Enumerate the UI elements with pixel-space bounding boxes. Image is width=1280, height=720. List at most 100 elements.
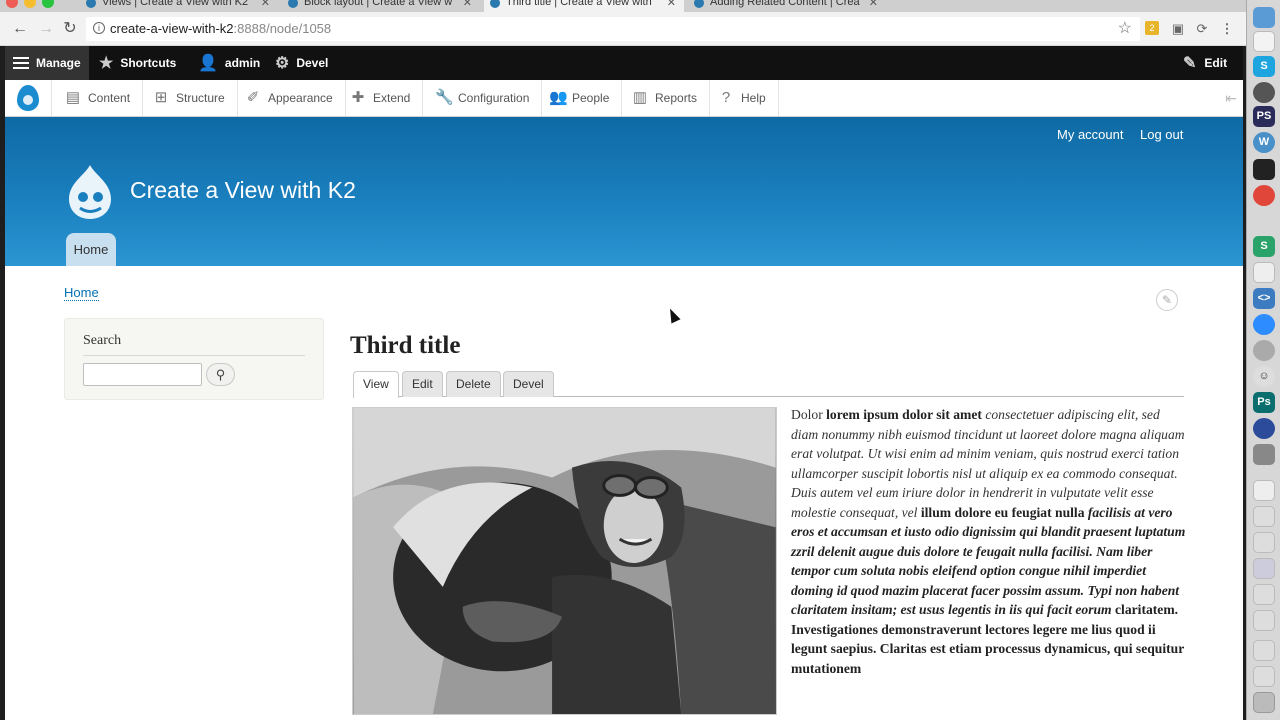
devel-button[interactable]: ⚙ Devel <box>275 46 328 80</box>
tray-item-help[interactable]: ? Help <box>706 80 779 116</box>
page-title: Third title <box>350 332 461 359</box>
search-input[interactable] <box>83 363 202 386</box>
site-info-icon[interactable]: i <box>93 22 105 34</box>
body-text-segment: consectetuer adipiscing elit, sed diam n… <box>791 407 1185 520</box>
main-menu-home-tab[interactable]: Home <box>66 233 116 266</box>
folder-stack-icon[interactable] <box>1253 558 1275 579</box>
sheets-icon[interactable]: S <box>1253 236 1275 257</box>
notes-icon[interactable] <box>1253 31 1275 52</box>
tab-title: Views | Create a View with K2 <box>102 0 249 8</box>
quicktime-icon[interactable] <box>1253 418 1275 439</box>
people-icon: 👥 <box>549 89 568 106</box>
code-editor-icon[interactable]: <> <box>1253 288 1275 309</box>
folder-stack-icon[interactable] <box>1253 666 1275 687</box>
folder-stack-icon[interactable] <box>1253 532 1275 553</box>
folder-stack-icon[interactable] <box>1253 584 1275 605</box>
contextual-edit-pencil-icon[interactable]: ✎ <box>1156 289 1178 311</box>
breadcrumb-home-link[interactable]: Home <box>64 285 99 301</box>
user-button[interactable]: 👤 admin <box>198 46 260 80</box>
video-call-icon[interactable] <box>1253 314 1275 335</box>
tray-item-structure[interactable]: ⊞ Structure <box>141 80 238 116</box>
folder-stack-icon[interactable] <box>1253 506 1275 527</box>
search-icon: ⚲ <box>215 367 226 382</box>
devel-label: Devel <box>296 56 329 70</box>
browser-tab-active[interactable]: Third title | Create a View with ✕ <box>484 0 684 12</box>
phpstorm-icon[interactable]: PS <box>1253 106 1275 127</box>
drupal-favicon-icon <box>86 0 96 8</box>
zoom-window-icon[interactable] <box>42 0 54 8</box>
body-text-segment: Dolor <box>791 407 827 422</box>
tray-item-content[interactable]: ▤ Content <box>53 80 144 116</box>
skype-icon[interactable]: S <box>1253 56 1275 77</box>
tray-label: Structure <box>176 91 225 105</box>
url-host: create-a-view-with-k2 <box>110 21 234 36</box>
node-body-text: Dolor lorem ipsum dolor sit amet consect… <box>791 405 1187 678</box>
log-out-link[interactable]: Log out <box>1140 127 1183 142</box>
edit-mode-button[interactable]: ✎ Edit <box>1183 46 1227 80</box>
address-bar[interactable]: i create-a-view-with-k2:8888/node/1058 ☆ <box>86 17 1140 41</box>
close-window-icon[interactable] <box>6 0 18 8</box>
tray-label: Configuration <box>458 91 530 105</box>
avatar-app-icon[interactable] <box>1253 340 1275 361</box>
shortcuts-button[interactable]: ★ Shortcuts <box>99 46 176 80</box>
reload-icon[interactable]: ↻ <box>60 19 80 39</box>
close-tab-icon[interactable]: ✕ <box>463 0 472 10</box>
drupal-favicon-icon <box>694 0 704 8</box>
site-logo[interactable] <box>65 163 115 221</box>
trash-icon[interactable] <box>1253 692 1275 713</box>
folder-stack-icon[interactable] <box>1253 480 1275 501</box>
close-tab-icon[interactable]: ✕ <box>667 0 676 10</box>
local-tasks-tabs: View Edit Delete Devel <box>353 371 1184 398</box>
tab-edit[interactable]: Edit <box>402 371 443 397</box>
tray-item-appearance[interactable]: ✐ Appearance <box>233 80 346 116</box>
drupal-home-logo[interactable] <box>5 80 52 116</box>
forward-arrow-icon[interactable]: → <box>36 19 56 39</box>
tab-delete[interactable]: Delete <box>446 371 501 397</box>
tray-item-reports[interactable]: ▥ Reports <box>620 80 711 116</box>
tray-item-extend[interactable]: ✚ Extend <box>338 80 424 116</box>
chrome-icon[interactable] <box>1253 185 1275 206</box>
settings-icon[interactable] <box>1253 82 1275 103</box>
extension-frame-icon[interactable]: ▣ <box>1170 21 1186 37</box>
terminal-icon[interactable] <box>1253 159 1275 180</box>
manage-label: Manage <box>36 56 81 70</box>
photoshop-icon[interactable]: Ps <box>1253 392 1275 413</box>
browser-tab[interactable]: Adding Related Content | Crea ✕ <box>688 0 886 12</box>
utility-app-icon[interactable] <box>1253 444 1275 465</box>
extension-sync-icon[interactable]: ⟳ <box>1194 21 1210 37</box>
back-arrow-icon[interactable]: ← <box>10 19 30 39</box>
wordpress-icon[interactable]: W <box>1253 132 1275 153</box>
tray-item-configuration[interactable]: 🔧 Configuration <box>423 80 543 116</box>
browser-tab[interactable]: Views | Create a View with K2 ✕ <box>80 0 278 12</box>
folder-stack-icon[interactable] <box>1253 610 1275 631</box>
browser-tab[interactable]: Block layout | Create a View w ✕ <box>282 0 480 12</box>
extension-badge-icon[interactable]: 2 <box>1145 21 1159 35</box>
site-name[interactable]: Create a View with K2 <box>130 177 356 204</box>
tab-devel[interactable]: Devel <box>503 371 554 397</box>
smiley-app-icon[interactable]: ☺ <box>1253 366 1275 387</box>
bookmark-star-icon[interactable]: ☆ <box>1118 18 1132 38</box>
collapse-tray-icon[interactable]: ⇤ <box>1225 90 1237 107</box>
document-app-icon[interactable] <box>1253 262 1275 283</box>
browser-menu-icon[interactable]: ⋮ <box>1219 21 1235 37</box>
search-block-title: Search <box>83 333 305 356</box>
finder-icon[interactable] <box>1253 7 1275 28</box>
tab-view[interactable]: View <box>353 371 399 398</box>
folder-stack-icon[interactable] <box>1253 640 1275 661</box>
address-url[interactable]: create-a-view-with-k2:8888/node/1058 <box>110 21 331 36</box>
search-submit-button[interactable]: ⚲ <box>206 363 235 386</box>
tab-title: Block layout | Create a View w <box>304 0 453 8</box>
close-tab-icon[interactable]: ✕ <box>261 0 270 10</box>
my-account-link[interactable]: My account <box>1057 127 1123 142</box>
drupal-admin-tray: ▤ Content ⊞ Structure ✐ Appearance ✚ Ext… <box>5 80 1243 117</box>
url-path: :8888/node/1058 <box>233 21 332 36</box>
minimize-window-icon[interactable] <box>24 0 36 8</box>
sitemap-icon: ⊞ <box>154 89 168 106</box>
close-tab-icon[interactable]: ✕ <box>869 0 878 10</box>
manage-menu-button[interactable]: Manage <box>5 46 89 80</box>
gear-icon: ⚙ <box>275 55 290 72</box>
tray-label: People <box>572 91 610 105</box>
bar-chart-icon: ▥ <box>632 89 648 106</box>
pencil-icon: ✎ <box>1183 55 1197 72</box>
tray-item-people[interactable]: 👥 People <box>537 80 623 116</box>
